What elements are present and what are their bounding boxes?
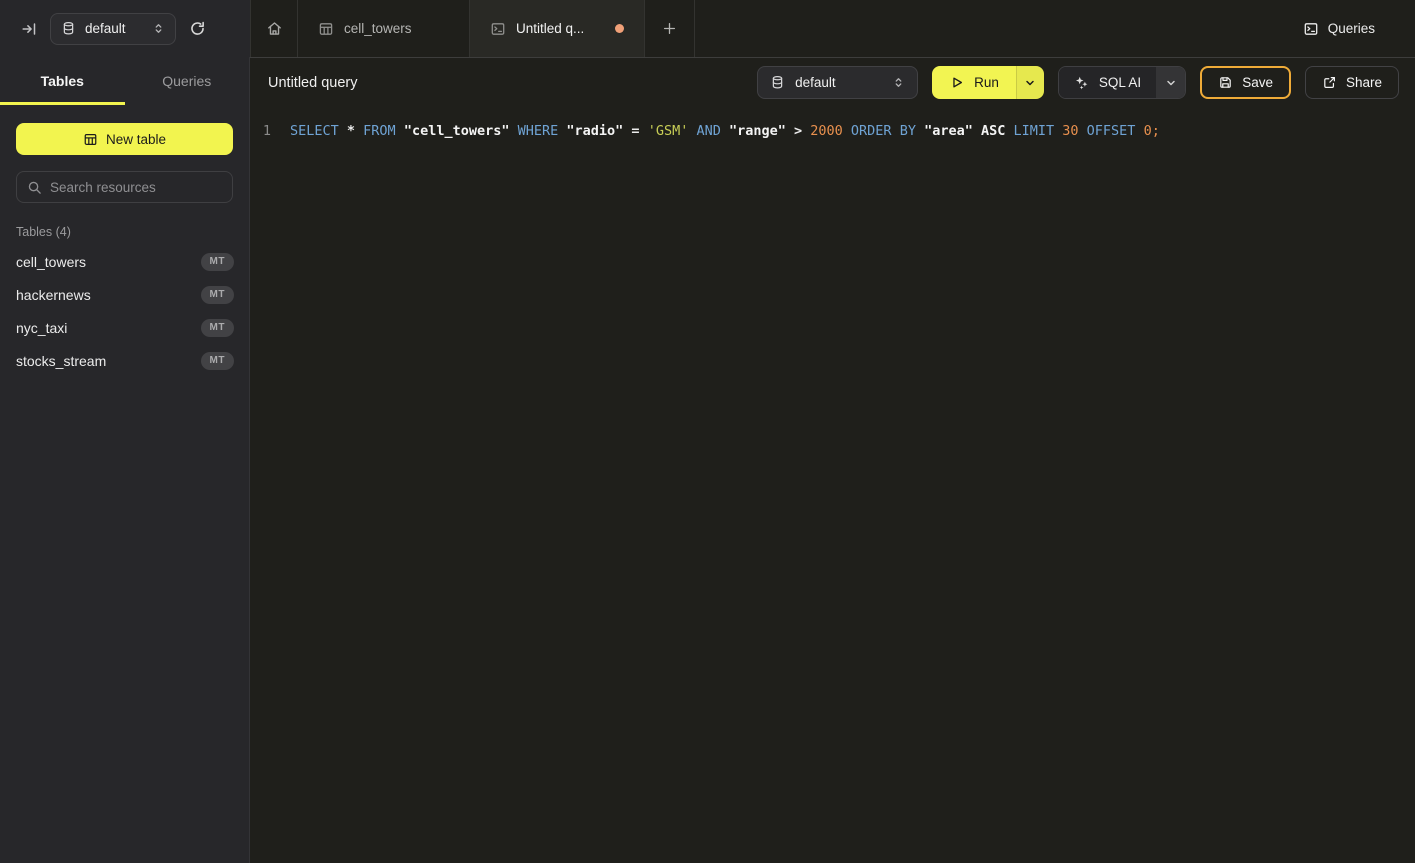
query-toolbar: Untitled query default bbox=[250, 58, 1415, 107]
table-name: nyc_taxi bbox=[16, 320, 67, 336]
main-panel: Untitled query default bbox=[250, 57, 1415, 863]
queries-panel-label: Queries bbox=[1328, 21, 1375, 36]
sql-editor[interactable]: 1 SELECT * FROM "cell_towers" WHERE "rad… bbox=[250, 107, 1415, 863]
query-database-value: default bbox=[795, 75, 836, 90]
topbar-left-section: default bbox=[0, 0, 250, 57]
sql-console-app: default bbox=[0, 0, 1415, 863]
topbar: default bbox=[0, 0, 1415, 57]
collapse-sidebar-button[interactable] bbox=[16, 16, 42, 42]
tab-untitled-query-label: Untitled q... bbox=[516, 21, 584, 36]
query-terminal-icon bbox=[490, 21, 506, 37]
table-row-stocks-stream[interactable]: stocks_stream MT bbox=[0, 344, 249, 377]
tables-section-title: Tables (4) bbox=[16, 225, 249, 239]
chevron-down-icon bbox=[1165, 77, 1177, 89]
topbar-database-selector[interactable]: default bbox=[50, 13, 176, 45]
sidebar-tab-tables[interactable]: Tables bbox=[0, 57, 125, 105]
share-label: Share bbox=[1346, 75, 1382, 90]
refresh-icon bbox=[189, 20, 206, 37]
sidebar-content: New table bbox=[0, 105, 249, 203]
run-split-button: Run bbox=[932, 66, 1044, 99]
sparkles-icon bbox=[1074, 75, 1089, 90]
database-icon bbox=[61, 21, 76, 36]
tab-untitled-query[interactable]: Untitled q... bbox=[470, 0, 645, 57]
table-row-nyc-taxi[interactable]: nyc_taxi MT bbox=[0, 311, 249, 344]
search-input[interactable] bbox=[50, 180, 222, 195]
new-table-icon bbox=[83, 132, 98, 147]
chevron-up-down-icon bbox=[892, 76, 905, 89]
save-button[interactable]: Save bbox=[1200, 66, 1291, 99]
query-database-selector[interactable]: default bbox=[757, 66, 918, 99]
table-engine-badge: MT bbox=[201, 286, 234, 304]
queries-terminal-icon bbox=[1303, 21, 1319, 37]
sql-code-line: SELECT * FROM "cell_towers" WHERE "radio… bbox=[290, 121, 1160, 142]
table-engine-badge: MT bbox=[201, 352, 234, 370]
table-engine-badge: MT bbox=[201, 253, 234, 271]
sql-ai-options-button[interactable] bbox=[1156, 67, 1185, 98]
line-number: 1 bbox=[250, 121, 284, 142]
share-icon bbox=[1322, 75, 1337, 90]
table-row-hackernews[interactable]: hackernews MT bbox=[0, 278, 249, 311]
table-name: cell_towers bbox=[16, 254, 86, 270]
new-table-button[interactable]: New table bbox=[16, 123, 233, 155]
table-icon bbox=[318, 21, 334, 37]
sidebar-tabs: Tables Queries bbox=[0, 57, 249, 105]
queries-panel-button[interactable]: Queries bbox=[1303, 21, 1375, 37]
sql-ai-label: SQL AI bbox=[1099, 75, 1141, 90]
save-floppy-icon bbox=[1218, 75, 1233, 90]
play-icon bbox=[949, 75, 964, 90]
table-engine-badge: MT bbox=[201, 319, 234, 337]
toolbar-actions: default bbox=[757, 66, 1399, 99]
save-label: Save bbox=[1242, 75, 1273, 90]
tab-cell-towers[interactable]: cell_towers bbox=[298, 0, 470, 57]
body: Tables Queries New table bbox=[0, 57, 1415, 863]
plus-icon bbox=[662, 21, 677, 36]
new-table-label: New table bbox=[106, 132, 166, 147]
unsaved-changes-dot bbox=[615, 24, 624, 33]
share-button[interactable]: Share bbox=[1305, 66, 1399, 99]
chevron-down-icon bbox=[1024, 77, 1036, 89]
new-tab-button[interactable] bbox=[645, 0, 695, 57]
search-box[interactable] bbox=[16, 171, 233, 203]
collapse-sidebar-icon bbox=[21, 21, 37, 37]
database-icon bbox=[770, 75, 785, 90]
table-row-cell-towers[interactable]: cell_towers MT bbox=[0, 245, 249, 278]
topbar-spacer bbox=[695, 0, 1303, 57]
run-button[interactable]: Run bbox=[932, 66, 1016, 99]
table-name: stocks_stream bbox=[16, 353, 106, 369]
sidebar: Tables Queries New table bbox=[0, 57, 250, 863]
sidebar-tab-queries-label: Queries bbox=[162, 73, 211, 89]
query-title: Untitled query bbox=[268, 75, 357, 91]
sql-ai-split-button: SQL AI bbox=[1058, 66, 1186, 99]
home-icon bbox=[266, 20, 283, 37]
table-list: cell_towers MT hackernews MT nyc_taxi MT… bbox=[0, 245, 249, 377]
sidebar-tab-tables-label: Tables bbox=[41, 73, 84, 89]
refresh-button[interactable] bbox=[184, 16, 210, 42]
chevron-up-down-icon bbox=[152, 22, 165, 35]
sql-ai-button[interactable]: SQL AI bbox=[1059, 67, 1156, 98]
run-options-button[interactable] bbox=[1016, 66, 1044, 99]
tab-cell-towers-label: cell_towers bbox=[344, 21, 412, 36]
run-label: Run bbox=[974, 75, 999, 90]
sidebar-tab-queries[interactable]: Queries bbox=[125, 57, 250, 105]
table-name: hackernews bbox=[16, 287, 91, 303]
tab-home[interactable] bbox=[250, 0, 298, 57]
topbar-database-value: default bbox=[85, 21, 126, 36]
search-icon bbox=[27, 180, 42, 195]
